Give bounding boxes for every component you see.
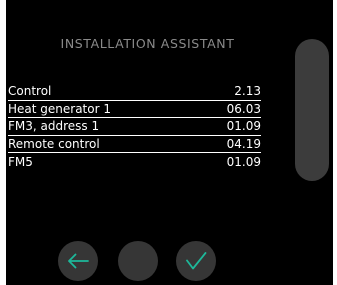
version-row-remote-control: Remote control 04.19 bbox=[8, 136, 261, 153]
arrow-left-icon bbox=[68, 253, 89, 269]
blank-button[interactable] bbox=[118, 241, 158, 281]
checkmark-icon bbox=[186, 252, 207, 270]
version-label: Control bbox=[8, 84, 52, 99]
confirm-button[interactable] bbox=[176, 241, 216, 281]
version-row-control: Control 2.13 bbox=[8, 83, 261, 101]
back-button[interactable] bbox=[58, 241, 98, 281]
version-row-fm3: FM3, address 1 01.09 bbox=[8, 118, 261, 136]
screen-title: INSTALLATION ASSISTANT bbox=[60, 36, 235, 51]
version-value: 01.09 bbox=[226, 154, 261, 169]
display-screen: INSTALLATION ASSISTANT Control 2.13 Heat… bbox=[6, 0, 333, 285]
version-label: FM5 bbox=[8, 154, 33, 169]
version-row-heat-generator: Heat generator 1 06.03 bbox=[8, 101, 261, 118]
version-value: 2.13 bbox=[234, 84, 261, 99]
version-value: 04.19 bbox=[226, 136, 261, 151]
scrollbar[interactable] bbox=[295, 39, 329, 181]
version-label: Remote control bbox=[8, 136, 100, 151]
version-value: 01.09 bbox=[226, 119, 261, 134]
version-value: 06.03 bbox=[226, 101, 261, 116]
version-row-fm5: FM5 01.09 bbox=[8, 153, 261, 171]
version-label: FM3, address 1 bbox=[8, 119, 100, 134]
version-label: Heat generator 1 bbox=[8, 101, 111, 116]
version-list: Control 2.13 Heat generator 1 06.03 FM3,… bbox=[8, 83, 261, 171]
